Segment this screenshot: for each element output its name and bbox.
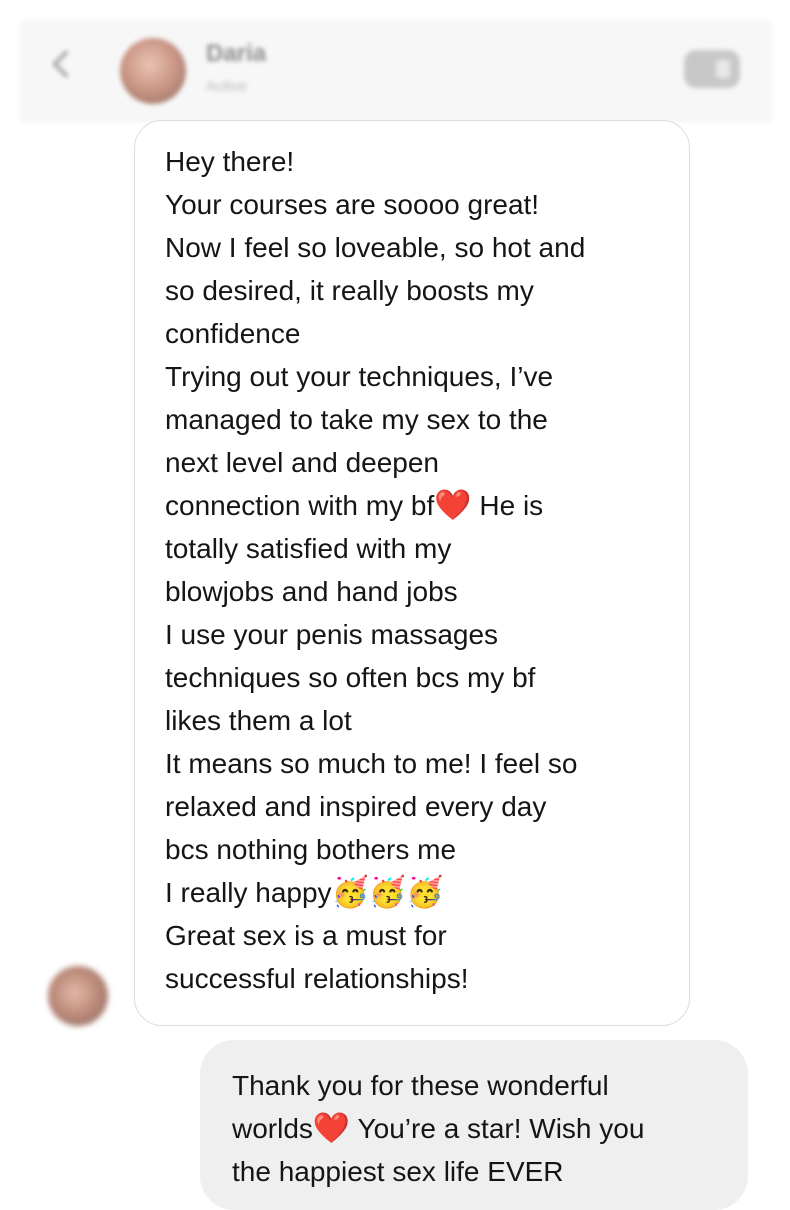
message-line: Great sex is a must for [165, 920, 447, 951]
party-face-emoji-icon: 🥳 [368, 875, 407, 910]
message-line: worlds❤️ You’re a star! Wish you [232, 1107, 728, 1150]
incoming-message-bubble[interactable]: Hey there! Your courses are soooo great!… [134, 120, 690, 1026]
message-line: totally satisfied with my [165, 533, 452, 564]
message-line: confidence [165, 318, 301, 349]
message-text: worlds [232, 1113, 313, 1144]
contact-avatar[interactable] [120, 38, 186, 104]
contact-status: Active [206, 78, 247, 95]
message-line: Thank you for these wonderful [232, 1070, 609, 1101]
message-text: He is [471, 490, 544, 521]
message-line: the happiest sex life EVER [232, 1156, 564, 1187]
message-line: relaxed and inspired every day [165, 791, 547, 822]
message-line: Hey there! [165, 146, 295, 177]
outgoing-message-bubble[interactable]: Thank you for these wonderful worlds❤️ Y… [200, 1040, 748, 1210]
heart-emoji-icon: ❤️ [434, 488, 472, 523]
sender-avatar[interactable] [48, 966, 108, 1026]
party-face-emoji-icon: 🥳 [331, 875, 369, 910]
message-line: I really happy🥳🥳🥳 [165, 871, 671, 914]
message-line: connection with my bf❤️ He is [165, 484, 671, 527]
message-line: next level and deepen [165, 447, 439, 478]
message-line: It means so much to me! I feel so [165, 748, 578, 779]
message-line: managed to take my sex to the [165, 404, 548, 435]
video-camera-icon[interactable] [684, 50, 740, 88]
message-line: successful relationships! [165, 963, 469, 994]
chevron-left-icon[interactable] [51, 49, 81, 79]
party-face-emoji-icon: 🥳 [406, 875, 444, 910]
message-text: You’re a star! Wish you [350, 1113, 645, 1144]
message-line: I use your penis massages [165, 619, 499, 650]
message-line: likes them a lot [165, 705, 352, 736]
message-line: Now I feel so loveable, so hot and [165, 232, 586, 263]
message-line: Your courses are soooo great! [165, 189, 540, 220]
heart-emoji-icon: ❤️ [312, 1111, 351, 1146]
message-text: connection with my bf [165, 490, 435, 521]
message-line: Trying out your techniques, I’ve [165, 361, 554, 392]
message-line: bcs nothing bothers me [165, 834, 457, 865]
contact-name[interactable]: Daria [206, 40, 336, 67]
message-line: techniques so often bcs my bf [165, 662, 536, 693]
message-line: blowjobs and hand jobs [165, 576, 458, 607]
chat-header: Daria Active [20, 20, 772, 121]
message-text: I really happy [165, 877, 332, 908]
message-line: so desired, it really boosts my [165, 275, 534, 306]
